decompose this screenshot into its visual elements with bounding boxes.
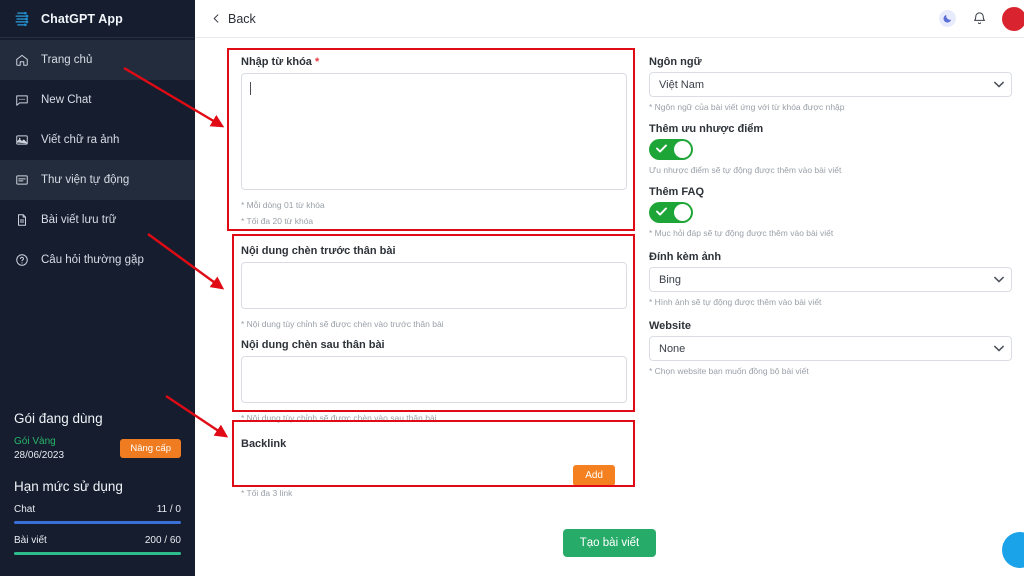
after-body-input[interactable]	[241, 356, 627, 404]
plan-section: Gói đang dùng Gói Vàng 28/06/2023 Nâng c…	[0, 411, 195, 576]
network-brain-icon	[12, 9, 32, 29]
keyword-label: Nhập từ khóa *	[241, 56, 320, 68]
plan-heading: Gói đang dùng	[14, 411, 103, 426]
language-select[interactable]: Việt Nam	[649, 72, 1012, 97]
avatar[interactable]	[1002, 6, 1024, 31]
brand-title: ChatGPT App	[41, 11, 123, 26]
add-backlink-button[interactable]: Add	[573, 465, 615, 486]
insert-content-group: Nội dung chèn trước thân bài * Nội dung …	[227, 236, 637, 432]
pros-cons-label: Thêm ưu nhược điểm	[649, 122, 764, 135]
language-group: Ngôn ngữ Việt Nam * Ngôn ngữ của bài viế…	[649, 56, 1012, 114]
plan-row: Gói Vàng 28/06/2023 Nâng cấp	[14, 435, 181, 462]
keyword-hint-2: * Tối đa 20 từ khóa	[241, 215, 314, 226]
create-article-button[interactable]: Tạo bài viết	[562, 529, 657, 557]
image-source-group: Đính kèm ảnh Bing * Hình ảnh sẽ tự động …	[649, 251, 1012, 309]
text-caret	[250, 82, 251, 95]
moon-icon	[943, 14, 951, 23]
check-icon	[656, 144, 667, 153]
pros-cons-hint: Ưu nhược điểm sẽ tự động được thêm vào b…	[649, 164, 842, 175]
faq-toggle[interactable]	[649, 201, 693, 223]
usage-heading: Hạn mức sử dụng	[14, 479, 123, 494]
check-icon	[656, 206, 667, 216]
plan-expiry-date: 28/06/2023	[14, 449, 65, 461]
usage-progress-bar	[14, 521, 181, 524]
faq-group: Thêm FAQ * Mục hỏi đáp sẽ tự động được t…	[649, 186, 1012, 240]
sidebar-item-trang-chu[interactable]: Trang chủ	[0, 40, 195, 80]
language-label: Ngôn ngữ	[649, 56, 702, 68]
usage-item-bai-viet: Bài viết 200 / 60	[14, 535, 181, 555]
upgrade-button[interactable]: Nâng cấp	[120, 439, 181, 458]
after-body-hint: * Nội dung tùy chỉnh sẽ được chèn vào sa…	[241, 413, 437, 424]
backlink-hint: * Tối đa 3 link	[241, 488, 293, 498]
website-group: Website None * Chọn website bạn muốn đồn…	[649, 320, 1012, 378]
chevron-left-icon	[213, 14, 219, 23]
usage-progress-bar	[14, 552, 181, 555]
back-label: Back	[228, 11, 256, 26]
image-source-label: Đính kèm ảnh	[649, 251, 722, 264]
plan-info: Gói Vàng 28/06/2023	[14, 435, 64, 462]
topbar: Back	[195, 0, 1024, 38]
file-icon	[14, 213, 29, 228]
backlink-group: Backlink Add * Tối đa 3 link	[227, 431, 637, 515]
chat-widget-button[interactable]	[1002, 532, 1024, 568]
back-button[interactable]: Back	[211, 12, 256, 26]
required-mark: *	[314, 56, 320, 68]
sidebar-nav: Trang chủ New Chat Viết chữ ra ảnh Thư v…	[0, 38, 195, 280]
before-body-label: Nội dung chèn trước thân bài	[241, 244, 396, 257]
sidebar-item-label: New Chat	[41, 94, 92, 106]
brand: ChatGPT App	[0, 0, 195, 38]
right-column: Ngôn ngữ Việt Nam * Ngôn ngữ của bài viế…	[649, 48, 1012, 515]
form-content: Nhập từ khóa * * Mỗi dòng 01 từ khóa * T…	[195, 38, 1024, 576]
image-icon	[14, 133, 29, 148]
chat-bubble-icon	[14, 93, 29, 108]
toggle-knob	[674, 203, 691, 221]
home-icon	[14, 53, 29, 68]
before-body-input[interactable]	[241, 261, 627, 309]
website-select[interactable]: None	[649, 336, 1012, 361]
question-circle-icon	[14, 253, 29, 268]
image-source-select[interactable]: Bing	[649, 267, 1012, 293]
faq-hint: * Mục hỏi đáp sẽ tự động được thêm vào b…	[649, 227, 834, 238]
sidebar-item-viet-chu-ra-anh[interactable]: Viết chữ ra ảnh	[0, 120, 195, 160]
usage-value: 11 / 0	[156, 504, 181, 515]
website-hint: * Chọn website bạn muốn đồng bộ bài viết	[649, 366, 809, 376]
sidebar: ChatGPT App Trang chủ New Chat Viết chữ …	[0, 0, 195, 576]
bell-icon	[973, 12, 985, 25]
sidebar-item-label: Thư viện tự động	[41, 174, 130, 186]
keyword-group: Nhập từ khóa * * Mỗi dòng 01 từ khóa * T…	[227, 48, 637, 236]
app-root: ChatGPT App Trang chủ New Chat Viết chữ …	[0, 0, 1024, 576]
before-body-hint: * Nội dung tùy chỉnh sẽ được chèn vào tr…	[241, 318, 444, 329]
toggle-knob	[674, 140, 691, 158]
usage-label: Chat	[14, 504, 36, 515]
submit-row: Tạo bài viết	[195, 529, 1024, 557]
sidebar-item-label: Câu hỏi thường gặp	[41, 254, 144, 266]
faq-label: Thêm FAQ	[649, 185, 705, 198]
backlink-label: Backlink	[241, 438, 287, 450]
language-hint: * Ngôn ngữ của bài viết ứng với từ khóa …	[649, 102, 845, 112]
sidebar-item-bai-viet-luu-tru[interactable]: Bài viết lưu trữ	[0, 200, 195, 240]
plan-name: Gói Vàng	[14, 436, 56, 447]
pros-cons-toggle[interactable]	[649, 138, 693, 160]
document-lines-icon	[14, 173, 29, 188]
sidebar-item-label: Bài viết lưu trữ	[41, 214, 117, 226]
usage-value: 200 / 60	[144, 535, 181, 546]
sidebar-item-cau-hoi-thuong-gap[interactable]: Câu hỏi thường gặp	[0, 240, 195, 280]
dark-mode-toggle[interactable]	[938, 10, 956, 28]
keyword-hint-1: * Mỗi dòng 01 từ khóa	[241, 200, 325, 210]
topbar-icons	[938, 6, 1024, 31]
keyword-input[interactable]	[241, 73, 627, 190]
after-body-label: Nội dung chèn sau thân bài	[241, 339, 385, 352]
usage-item-chat: Chat 11 / 0	[14, 504, 181, 524]
sidebar-item-thu-vien-tu-dong[interactable]: Thư viện tự động	[0, 160, 195, 200]
left-column: Nhập từ khóa * * Mỗi dòng 01 từ khóa * T…	[227, 48, 637, 515]
sidebar-item-new-chat[interactable]: New Chat	[0, 80, 195, 120]
notification-button[interactable]	[970, 10, 988, 28]
pros-cons-group: Thêm ưu nhược điểm Ưu nhược điểm sẽ tự đ…	[649, 123, 1012, 177]
website-label: Website	[649, 320, 691, 332]
usage-label: Bài viết	[14, 535, 47, 546]
image-source-hint: * Hình ảnh sẽ tự động được thêm vào bài …	[649, 297, 822, 308]
sidebar-item-label: Trang chủ	[41, 54, 93, 66]
sidebar-item-label: Viết chữ ra ảnh	[41, 134, 120, 146]
main-area: Back Nhập từ khóa * * Mỗi dòng 01 từ khó…	[195, 0, 1024, 576]
